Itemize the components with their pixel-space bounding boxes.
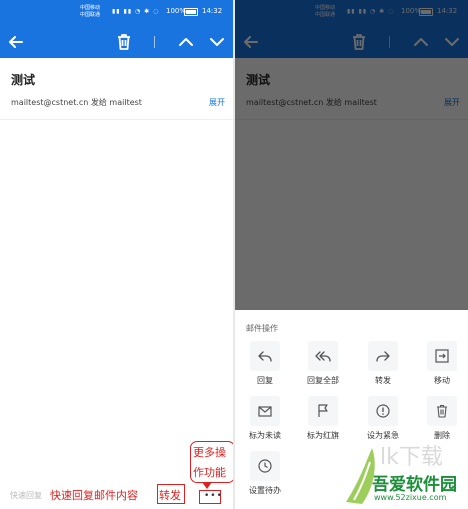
- reply-icon: [250, 341, 280, 371]
- action-label: 移动: [434, 376, 450, 385]
- battery-icon: [184, 8, 198, 16]
- forward-icon: [368, 341, 398, 371]
- annotation-quick-reply: 快速回复邮件内容: [50, 487, 138, 503]
- action-reply-all[interactable]: 回复全部: [298, 341, 348, 393]
- header-divider: [0, 119, 233, 120]
- action-forward[interactable]: 转发: [358, 341, 408, 393]
- carrier-labels: 中国移动中国联通: [80, 5, 101, 18]
- dim-overlay[interactable]: [235, 0, 468, 310]
- svg-text:lk下载: lk下载: [380, 445, 443, 470]
- signal-icon: ▮▮ ▮▮ ◔ ✱ ◌: [112, 8, 160, 15]
- action-move[interactable]: 移动: [417, 341, 467, 393]
- watermark-text: 吾爱软件园: [372, 475, 457, 495]
- trash-icon[interactable]: [112, 30, 136, 54]
- status-bar: 中国移动中国联通 ▮▮ ▮▮ ◔ ✱ ◌ 100% 14:32: [0, 0, 233, 26]
- chevron-up-icon[interactable]: [174, 30, 198, 54]
- flag-icon: [308, 396, 338, 426]
- toolbar-separator: [154, 36, 155, 48]
- more-options-button[interactable]: •••: [199, 490, 222, 504]
- email-subject: 测试: [11, 73, 36, 87]
- watermark-url: www.52zixue.com: [374, 493, 447, 502]
- chevron-down-icon[interactable]: [205, 30, 229, 54]
- annotation-more-callout: 更多操 作功能: [190, 441, 233, 483]
- callout-pointer: [202, 482, 212, 489]
- sender-line: mailtest@cstnet.cn 发给 mailtest: [11, 98, 142, 107]
- top-toolbar: [0, 26, 233, 58]
- quick-reply-input[interactable]: 快速回复: [10, 490, 42, 501]
- action-label: 设置待办: [249, 486, 281, 495]
- move-icon: [427, 341, 457, 371]
- reply-all-icon: [308, 341, 338, 371]
- email-actions-screen: 中国移动中国联通 ▮▮ ▮▮ ◔ ✱ ◌ 100% 14:32 测试 mailt…: [235, 0, 468, 509]
- expand-link[interactable]: 展开: [209, 97, 225, 108]
- action-set-todo[interactable]: 设置待办: [240, 451, 290, 503]
- trash-icon: [427, 396, 457, 426]
- email-detail-screen: 中国移动 中国联通 ▮▮ ▮▮ ◔ ✱ ◌ 100% 14:32 测试 mailt…: [0, 0, 233, 509]
- forward-button[interactable]: 转发: [159, 487, 181, 503]
- battery-level: 100%: [166, 7, 187, 15]
- action-mark-unread[interactable]: 标为未读: [240, 396, 290, 448]
- back-arrow-icon[interactable]: [4, 30, 28, 54]
- clock: 14:32: [202, 7, 223, 15]
- urgent-icon: [368, 396, 398, 426]
- action-reply[interactable]: 回复: [240, 341, 290, 393]
- action-sheet-title: 邮件操作: [246, 324, 278, 333]
- clock-icon: [250, 451, 280, 481]
- mail-unread-icon: [250, 396, 280, 426]
